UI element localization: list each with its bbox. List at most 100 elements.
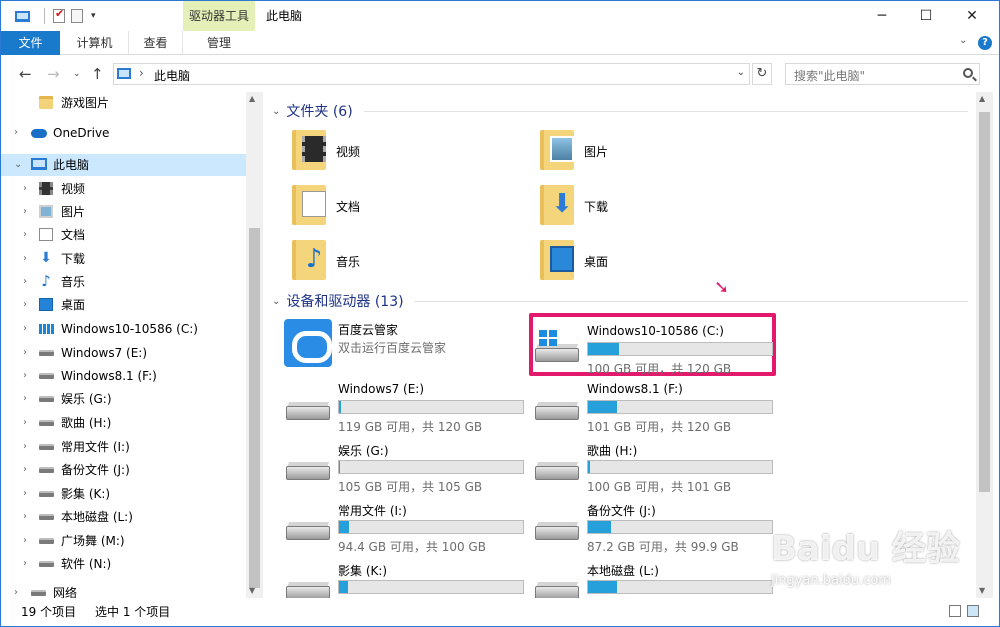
sidebar-item[interactable]: › Windows10-10586 (C:) [1, 318, 246, 340]
folder-tile[interactable]: 文档 [292, 185, 492, 235]
expand-chevron-icon[interactable]: › [23, 530, 27, 552]
new-folder-icon[interactable] [71, 9, 83, 23]
drive-name: 影集 (K:) [338, 564, 388, 578]
tiles-view-icon[interactable] [967, 605, 979, 617]
expand-chevron-icon[interactable]: › [23, 201, 27, 223]
folder-tile[interactable]: ⬇ 下载 [540, 185, 740, 235]
collapse-chevron-icon[interactable]: ⌄ [272, 296, 280, 307]
ribbon-expand-icon[interactable]: ⌄ [959, 35, 967, 46]
close-button[interactable]: ✕ [949, 1, 995, 31]
sidebar-item[interactable]: › ⬇ 下载 [1, 248, 246, 270]
drive-name: 备份文件 (J:) [587, 504, 656, 518]
expand-chevron-icon[interactable]: › [23, 318, 27, 340]
folders-group-header[interactable]: ⌄ 文件夹 (6) [272, 101, 353, 120]
expand-chevron-icon[interactable]: › [23, 342, 27, 364]
sidebar-item[interactable]: › 歌曲 (H:) [1, 412, 246, 434]
folder-tile[interactable]: 桌面 [540, 240, 740, 290]
minimize-button[interactable]: ─ [859, 1, 905, 31]
expand-chevron-icon[interactable]: › [23, 506, 27, 528]
expanded-chevron-icon[interactable]: ⌄ [14, 154, 22, 176]
recent-locations-icon[interactable]: ⌄ [73, 69, 81, 79]
sidebar-item[interactable]: › 视频 [1, 178, 246, 200]
expand-chevron-icon[interactable]: › [23, 483, 27, 505]
content-scrollbar[interactable]: ▲ ▼ [976, 92, 993, 598]
folder-tile[interactable]: 视频 [292, 130, 492, 180]
customize-toolbar-icon[interactable]: ▾ [91, 11, 96, 21]
search-icon[interactable] [963, 68, 973, 78]
sidebar-item[interactable]: › Windows8.1 (F:) [1, 365, 246, 387]
drive-tools-contextual-tab[interactable]: 驱动器工具 [183, 1, 255, 31]
sidebar-item[interactable]: › ♪ 音乐 [1, 271, 246, 293]
sidebar-item[interactable]: › 娱乐 (G:) [1, 388, 246, 410]
expand-chevron-icon[interactable]: › [23, 459, 27, 481]
maximize-button[interactable]: ☐ [903, 1, 949, 31]
baidu-cloud-app-tile[interactable]: 百度云管家 双击运行百度云管家 [284, 317, 524, 375]
sidebar-item[interactable]: › 广场舞 (M:) [1, 530, 246, 552]
sidebar-item[interactable]: 游戏图片 [1, 92, 246, 114]
drive-tile[interactable]: Windows8.1 (F:) 101 GB 可用，共 120 GB [533, 378, 773, 436]
drive-usage-bar [338, 400, 524, 414]
expand-chevron-icon[interactable]: › [23, 248, 27, 270]
folder-tile[interactable]: 图片 [540, 130, 740, 180]
sidebar-item[interactable]: › 图片 [1, 201, 246, 223]
expand-chevron-icon[interactable]: › [23, 365, 27, 387]
breadcrumb-chevron-icon[interactable]: › [139, 66, 144, 80]
details-view-icon[interactable] [949, 605, 961, 617]
search-input[interactable]: 搜索"此电脑" [785, 63, 980, 85]
tab-computer[interactable]: 计算机 [61, 31, 129, 55]
app-name: 百度云管家 [338, 323, 399, 337]
up-arrow-icon[interactable]: ↑ [91, 65, 104, 83]
drive-tile[interactable]: Windows10-10586 (C:) 100 GB 可用，共 120 GB [533, 320, 773, 378]
expand-chevron-icon[interactable]: › [14, 582, 18, 598]
tab-manage[interactable]: 管理 [183, 31, 255, 55]
tab-view[interactable]: 查看 [129, 31, 183, 55]
expand-chevron-icon[interactable]: › [23, 412, 27, 434]
tab-file[interactable]: 文件 [1, 31, 60, 55]
expand-chevron-icon[interactable]: › [23, 436, 27, 458]
expand-chevron-icon[interactable]: › [14, 122, 18, 144]
sidebar-item[interactable]: › 影集 (K:) [1, 483, 246, 505]
help-icon[interactable]: ? [978, 36, 992, 50]
devices-group-header[interactable]: ⌄ 设备和驱动器 (13) [272, 291, 404, 310]
drive-tile[interactable]: Windows7 (E:) 119 GB 可用，共 120 GB [284, 378, 524, 436]
expand-chevron-icon[interactable]: › [23, 294, 27, 316]
scroll-up-icon[interactable]: ▲ [979, 94, 985, 103]
scroll-down-icon[interactable]: ▼ [249, 586, 255, 595]
refresh-button[interactable]: ↻ [752, 63, 772, 85]
sidebar-item[interactable]: › 常用文件 (I:) [1, 436, 246, 458]
expand-chevron-icon[interactable]: › [23, 224, 27, 246]
drive-tile[interactable]: 歌曲 (H:) 100 GB 可用，共 101 GB [533, 438, 773, 496]
back-arrow-icon[interactable]: ← [19, 65, 32, 83]
content-scroll-thumb[interactable] [979, 112, 990, 492]
this-pc-icon[interactable] [15, 10, 30, 22]
sidebar-item[interactable]: › OneDrive [1, 122, 246, 144]
sidebar-item[interactable]: › 网络 [1, 582, 246, 598]
address-dropdown-icon[interactable]: ⌄ [737, 67, 745, 78]
sidebar-item[interactable]: › 软件 (N:) [1, 553, 246, 575]
sidebar-item[interactable]: › 桌面 [1, 294, 246, 316]
folder-tile[interactable]: ♪ 音乐 [292, 240, 492, 290]
collapse-chevron-icon[interactable]: ⌄ [272, 106, 280, 117]
drive-tile[interactable]: 娱乐 (G:) 105 GB 可用，共 105 GB [284, 438, 524, 496]
sidebar-item[interactable]: › 本地磁盘 (L:) [1, 506, 246, 528]
nav-scroll-thumb[interactable] [249, 228, 260, 588]
address-bar[interactable]: › 此电脑 ⌄ [113, 63, 750, 85]
forward-arrow-icon[interactable]: → [47, 65, 60, 83]
scroll-up-icon[interactable]: ▲ [249, 94, 255, 103]
expand-chevron-icon[interactable]: › [23, 178, 27, 200]
properties-icon[interactable] [53, 7, 65, 23]
nav-scrollbar[interactable]: ▲ ▼ [246, 92, 263, 598]
scroll-down-icon[interactable]: ▼ [979, 586, 985, 595]
expand-chevron-icon[interactable]: › [23, 553, 27, 575]
sidebar-item[interactable]: › 文档 [1, 224, 246, 246]
breadcrumb[interactable]: 此电脑 [154, 67, 190, 84]
drive-tile[interactable]: 常用文件 (I:) 94.4 GB 可用，共 100 GB [284, 498, 524, 556]
expand-chevron-icon[interactable]: › [23, 388, 27, 410]
sidebar-item[interactable]: › Windows7 (E:) [1, 342, 246, 364]
drive-tile[interactable]: 影集 (K:) [284, 558, 524, 598]
drive-tile[interactable]: 本地磁盘 (L:) [533, 558, 773, 598]
sidebar-item[interactable]: › 备份文件 (J:) [1, 459, 246, 481]
expand-chevron-icon[interactable]: › [23, 271, 27, 293]
sidebar-item[interactable]: ⌄ 此电脑 [1, 154, 246, 176]
drive-tile[interactable]: 备份文件 (J:) 87.2 GB 可用，共 99.9 GB [533, 498, 773, 556]
